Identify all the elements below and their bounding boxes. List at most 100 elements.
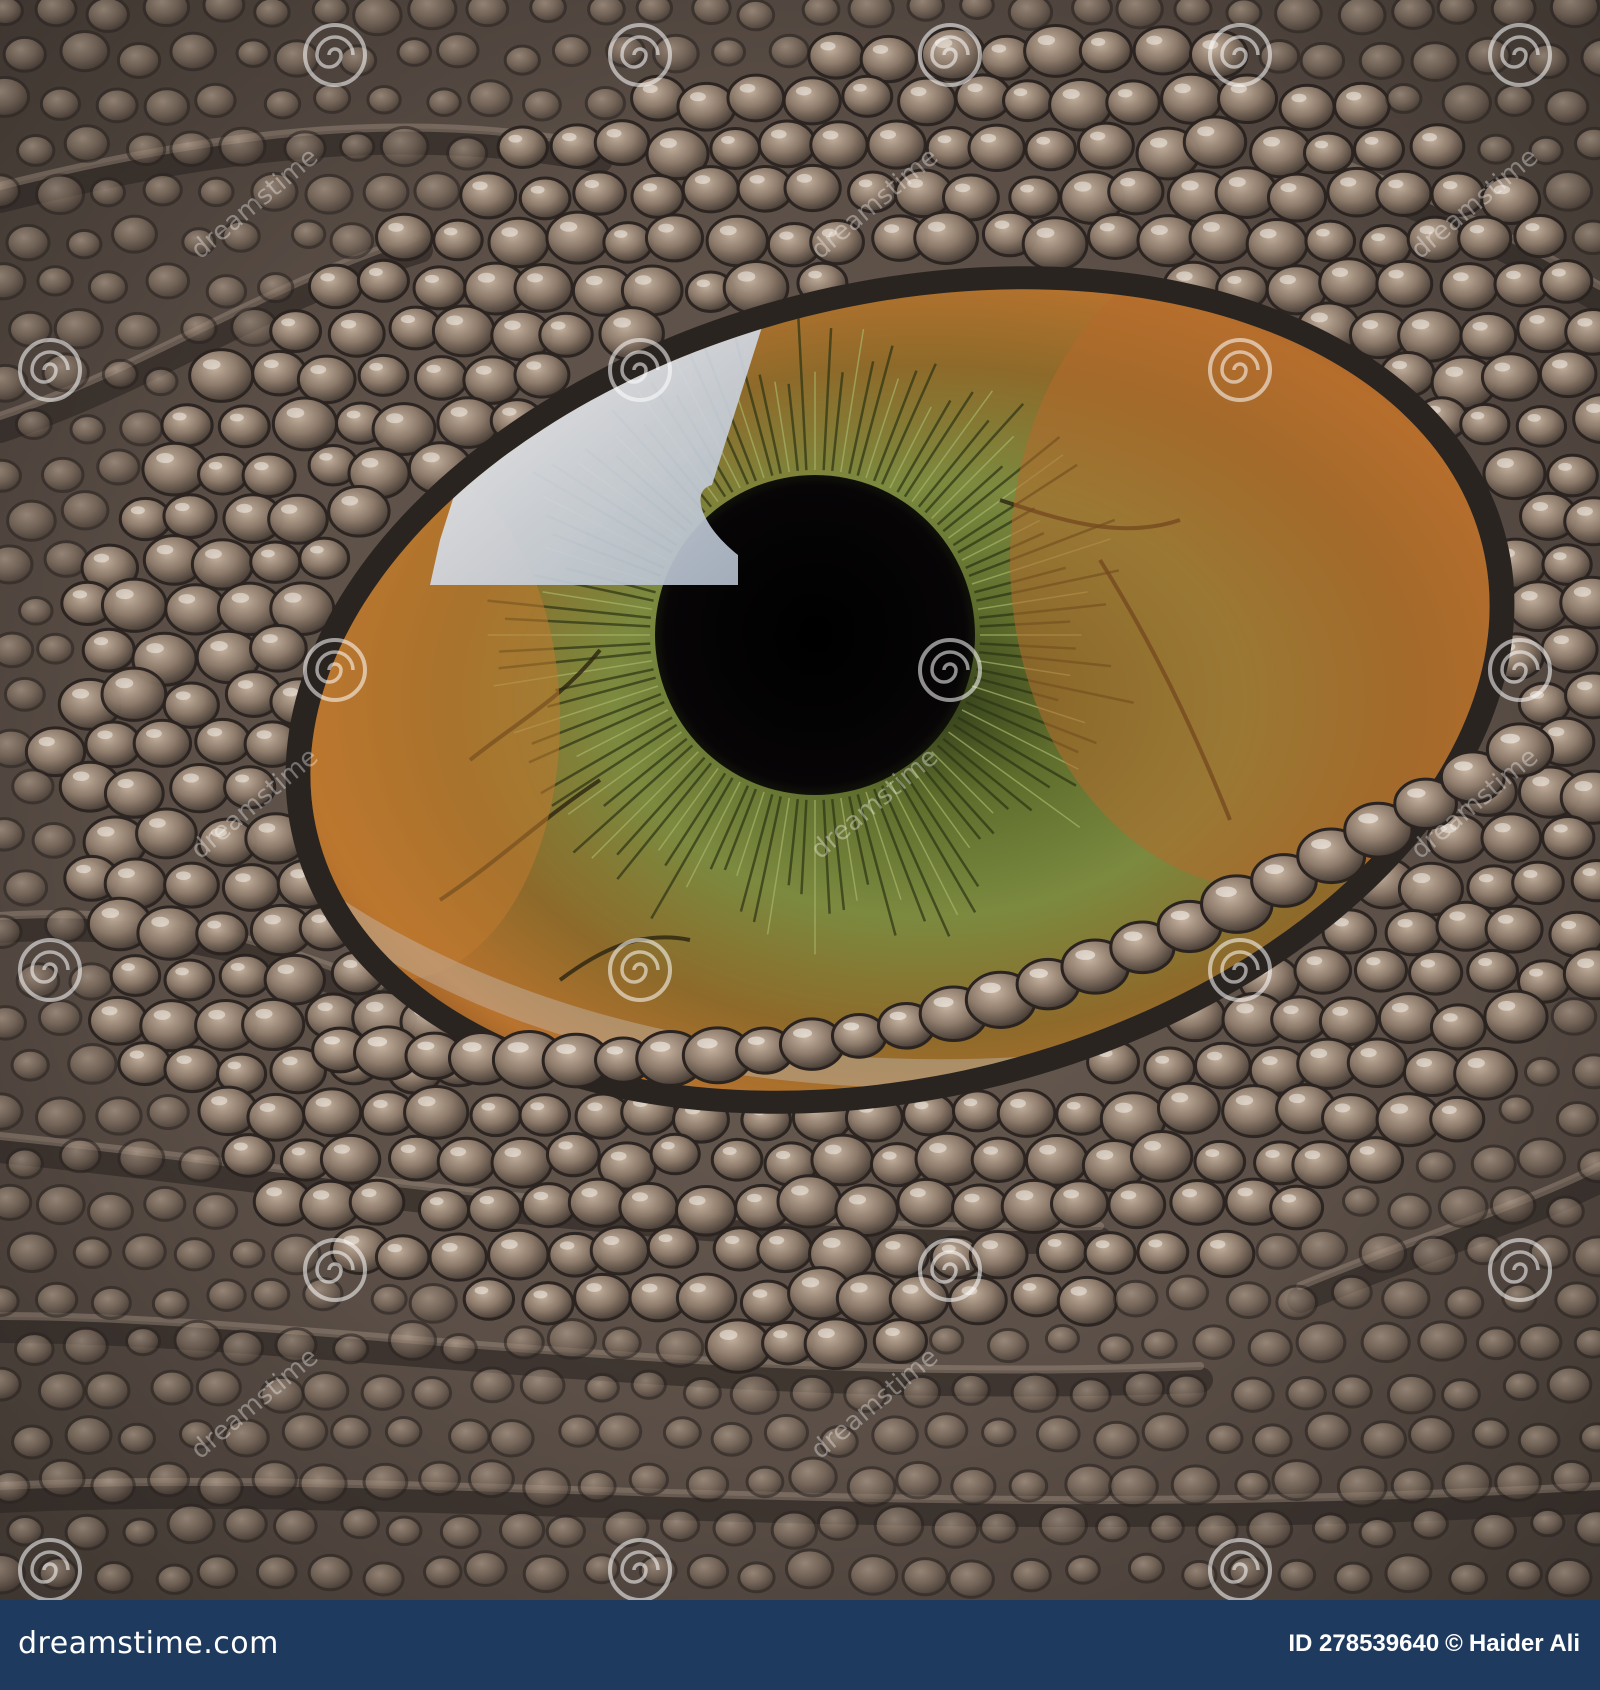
image-id: ID 278539640 xyxy=(1288,1630,1440,1657)
scale xyxy=(1069,1377,1112,1413)
scale xyxy=(573,1272,632,1322)
scale xyxy=(195,911,249,956)
scale xyxy=(146,1094,190,1131)
scale xyxy=(1554,1281,1600,1319)
scale xyxy=(366,85,402,115)
scale xyxy=(16,134,56,167)
scale xyxy=(947,1559,995,1599)
scale xyxy=(1010,1557,1052,1593)
scale xyxy=(1247,1329,1293,1367)
scale xyxy=(34,1281,79,1318)
scale xyxy=(522,1554,570,1594)
scale xyxy=(218,126,267,167)
scale xyxy=(521,1281,575,1326)
scale xyxy=(413,171,461,211)
scale xyxy=(1417,1320,1468,1362)
scale xyxy=(117,1422,157,1455)
footer-site-link[interactable]: dreamstime.com xyxy=(18,1626,279,1661)
scale xyxy=(1008,1469,1049,1503)
scale xyxy=(675,1272,738,1324)
scale xyxy=(602,221,654,264)
scale xyxy=(11,768,55,805)
scale xyxy=(659,1508,701,1543)
scale xyxy=(357,353,410,397)
scale xyxy=(202,0,246,23)
scale xyxy=(142,0,191,28)
scale xyxy=(487,1228,550,1281)
scale xyxy=(770,1510,818,1550)
scale xyxy=(906,0,946,22)
scale xyxy=(412,265,467,311)
scale xyxy=(100,666,168,722)
scale xyxy=(1408,949,1464,996)
scale xyxy=(931,1509,980,1549)
scale xyxy=(1148,1512,1185,1543)
scale xyxy=(529,0,567,24)
scale xyxy=(194,82,237,119)
scale xyxy=(173,1319,223,1361)
scale xyxy=(1545,1557,1593,1598)
scale xyxy=(513,351,571,399)
scale xyxy=(1384,1553,1433,1594)
scale xyxy=(188,348,255,403)
scale xyxy=(712,1510,757,1547)
scale xyxy=(593,119,651,167)
scale xyxy=(1441,1378,1481,1412)
scale xyxy=(1387,1192,1432,1230)
scale xyxy=(6,1231,57,1274)
scale xyxy=(745,1465,785,1499)
scale xyxy=(462,1277,516,1321)
scale xyxy=(1165,1274,1210,1311)
scale xyxy=(913,210,980,265)
scale xyxy=(119,409,164,447)
scale xyxy=(125,132,167,167)
scale xyxy=(1298,1228,1349,1271)
scale xyxy=(1391,0,1436,30)
scale xyxy=(1436,0,1478,25)
scale xyxy=(1498,1094,1534,1125)
scale xyxy=(256,272,295,304)
scale xyxy=(1097,1333,1134,1364)
scale xyxy=(141,441,208,497)
scale xyxy=(1480,352,1541,402)
scale xyxy=(307,1553,353,1592)
scale xyxy=(0,1469,31,1504)
scale xyxy=(1377,992,1441,1044)
scale xyxy=(635,0,674,24)
scale xyxy=(1480,812,1543,864)
scale xyxy=(490,1136,553,1189)
scale xyxy=(1274,0,1323,34)
scale xyxy=(117,1138,166,1179)
scale xyxy=(1523,1056,1560,1087)
scale xyxy=(169,130,214,168)
scale xyxy=(1546,1195,1585,1228)
scale xyxy=(1402,1047,1463,1098)
scale xyxy=(5,223,51,262)
scale xyxy=(11,1424,54,1460)
scale xyxy=(967,123,1026,173)
scale xyxy=(145,262,191,300)
scale xyxy=(87,270,129,304)
scale xyxy=(253,0,291,28)
scale xyxy=(37,1556,79,1591)
scale xyxy=(1078,28,1133,74)
scale xyxy=(1415,1149,1456,1183)
scale xyxy=(362,172,410,212)
scale xyxy=(618,1181,679,1233)
scale xyxy=(235,38,271,68)
scale xyxy=(155,1563,194,1595)
scale xyxy=(522,1467,571,1508)
scale xyxy=(63,124,111,163)
scale xyxy=(95,1096,143,1136)
scale xyxy=(1471,1417,1510,1449)
scale xyxy=(178,1146,223,1183)
scale xyxy=(1550,1459,1593,1495)
scale xyxy=(109,954,162,998)
scale xyxy=(628,1462,670,1497)
scale xyxy=(96,448,141,486)
scale xyxy=(726,73,786,123)
scale xyxy=(1384,908,1442,957)
scale xyxy=(503,1325,545,1360)
scale xyxy=(1245,217,1309,271)
scale xyxy=(1381,1278,1431,1320)
